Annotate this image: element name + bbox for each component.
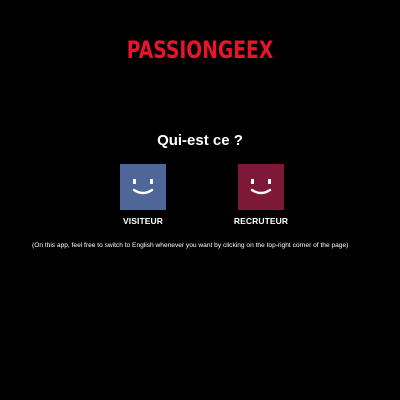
visitor-avatar[interactable] — [120, 164, 166, 210]
profile-recruiter-label[interactable]: RECRUTEUR — [221, 216, 301, 226]
profile-question-heading: Qui-est ce ? — [157, 132, 243, 149]
profile-visitor-button[interactable]: VISITEUR — [103, 164, 183, 226]
brand-logo: PASSIONGEEX — [126, 36, 274, 64]
smiley-face-icon — [238, 164, 284, 210]
recruiter-avatar[interactable] — [238, 164, 284, 210]
language-switch-note: (On this app, feel free to switch to Eng… — [32, 242, 349, 249]
profile-visitor-label[interactable]: VISITEUR — [103, 216, 183, 226]
smiley-face-icon — [120, 164, 166, 210]
profile-recruiter-button[interactable]: RECRUTEUR — [221, 164, 301, 226]
